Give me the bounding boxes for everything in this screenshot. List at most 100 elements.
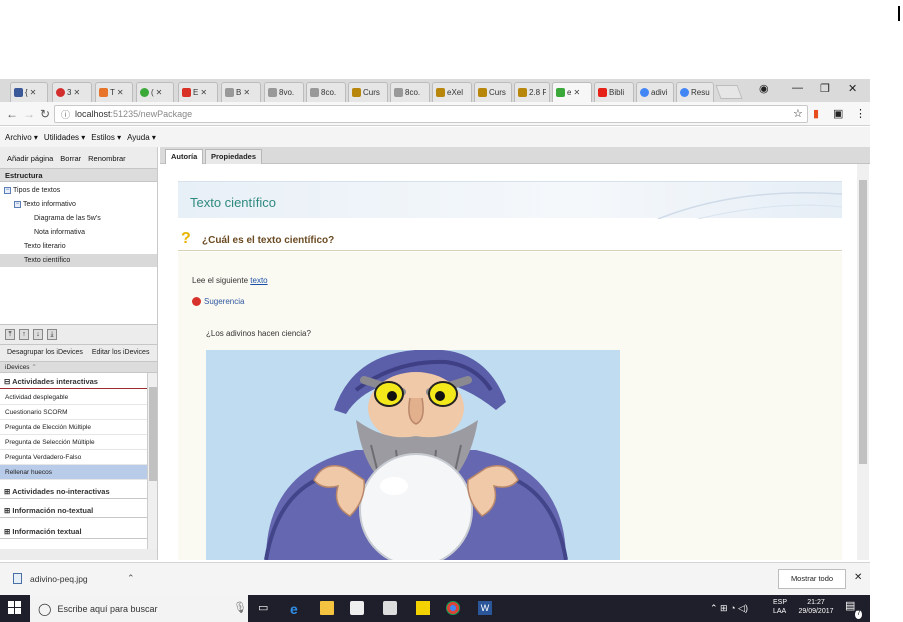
browser-tab[interactable]: 8co.	[306, 82, 346, 102]
task-view-icon[interactable]: ▭	[258, 601, 272, 615]
tree-node[interactable]: − Texto informativo	[14, 198, 154, 211]
forward-icon[interactable]: →	[23, 107, 35, 121]
close-icon[interactable]: ✕	[156, 88, 163, 97]
add-page-button[interactable]: Añadir página	[7, 154, 53, 168]
scrollbar-thumb[interactable]	[149, 387, 157, 481]
tab-autoria[interactable]: Autoría	[165, 149, 204, 164]
idevice-item[interactable]: Actividad desplegable	[0, 390, 147, 405]
idevice-item[interactable]: Pregunta de Selección Múltiple	[0, 435, 147, 450]
mail-icon[interactable]	[383, 601, 397, 615]
more-menu-icon[interactable]: ⋮	[855, 107, 866, 120]
browser-tab[interactable]: 3 ✕	[52, 82, 92, 102]
tree-node[interactable]: − Tipos de textos	[4, 184, 154, 197]
idevice-item[interactable]: Pregunta Verdadero-Falso	[0, 450, 147, 465]
site-icon	[310, 88, 319, 97]
close-icon[interactable]: ✕	[573, 88, 580, 97]
browser-tab[interactable]: (✕	[136, 82, 174, 102]
sticky-notes-icon[interactable]	[416, 601, 430, 615]
close-icon[interactable]: ✕	[117, 88, 124, 97]
category-interactive[interactable]: ⊟ Actividades interactivas	[0, 374, 147, 389]
tree-node[interactable]: Diagrama de las 5w's	[34, 212, 154, 225]
category-textual[interactable]: ⊞ Información textual	[0, 524, 147, 539]
scrollbar-thumb[interactable]	[859, 180, 867, 464]
close-icon[interactable]: ✕	[243, 88, 250, 97]
category-non-textual[interactable]: ⊞ Información no-textual	[0, 503, 147, 518]
browser-tab[interactable]: Curs	[474, 82, 512, 102]
browser-tab[interactable]: 2.8 F	[514, 82, 550, 102]
file-explorer-icon[interactable]	[320, 601, 334, 615]
new-tab-button[interactable]	[715, 85, 743, 99]
menu-estilos[interactable]: Estilos ▾	[91, 133, 121, 142]
browser-tab[interactable]: Bibli	[594, 82, 634, 102]
input-language[interactable]: ESP LAA	[773, 598, 787, 616]
browser-tab[interactable]: T ✕	[95, 82, 133, 102]
store-icon[interactable]	[350, 601, 364, 615]
browser-tab[interactable]: Curs	[348, 82, 388, 102]
idevice-item[interactable]: Pregunta de Elección Múltiple	[0, 420, 147, 435]
word-icon[interactable]: W	[478, 601, 492, 615]
collapse-icon[interactable]: −	[14, 200, 21, 208]
show-all-button[interactable]: Mostrar todo	[778, 569, 846, 589]
browser-tab[interactable]: Resu	[676, 82, 714, 102]
tree-node[interactable]: Nota informativa	[34, 226, 154, 239]
move-down-icon[interactable]: ↓	[33, 329, 43, 340]
download-item[interactable]: adivino-peq.jpg	[13, 573, 88, 584]
browser-tab[interactable]: 8co.	[390, 82, 430, 102]
browser-tab[interactable]: B ✕	[221, 82, 261, 102]
rename-page-button[interactable]: Renombrar	[88, 154, 126, 168]
extension-icon[interactable]: ▣	[833, 107, 843, 120]
info-icon[interactable]: ⓘ	[61, 108, 70, 121]
move-bottom-icon[interactable]: ⤓	[47, 329, 57, 340]
tree-node[interactable]: Texto literario	[24, 240, 154, 253]
minimize-icon[interactable]: —	[792, 82, 803, 94]
menu-ayuda[interactable]: Ayuda ▾	[127, 133, 156, 142]
chrome-icon[interactable]	[446, 601, 460, 615]
hint-row[interactable]: Sugerencia	[192, 297, 244, 307]
move-up-icon[interactable]: ↑	[19, 329, 29, 340]
browser-tab[interactable]: adivi	[636, 82, 674, 102]
sort-icon[interactable]: ⌃	[31, 364, 36, 371]
menu-archivo[interactable]: Archivo ▾	[5, 133, 38, 142]
close-window-icon[interactable]: ✕	[848, 82, 857, 95]
browser-tab-active[interactable]: e ✕	[552, 82, 592, 102]
chevron-up-icon[interactable]: ⌃	[127, 573, 135, 584]
close-icon[interactable]: ✕	[73, 88, 80, 97]
content-scrollbar[interactable]	[857, 164, 869, 560]
idevice-item[interactable]: Cuestionario SCORM	[0, 405, 147, 420]
move-top-icon[interactable]: ⤒	[5, 329, 15, 340]
browser-tab[interactable]: {✕	[10, 82, 48, 102]
browser-tab[interactable]: eXel	[432, 82, 472, 102]
edge-icon[interactable]: e	[290, 601, 304, 617]
tree-node-selected[interactable]: Texto científico	[0, 254, 157, 267]
office-extension-icon[interactable]: ▮	[813, 107, 819, 120]
back-icon[interactable]: ←	[6, 107, 18, 121]
reload-icon[interactable]: ↻	[40, 107, 50, 121]
microphone-icon[interactable]: 🎙	[233, 601, 247, 615]
browser-tab[interactable]: E ✕	[178, 82, 218, 102]
bookmark-star-icon[interactable]: ☆	[793, 107, 803, 120]
notification-icon[interactable]: ▤	[845, 601, 855, 612]
category-non-interactive[interactable]: ⊞ Actividades no-interactivas	[0, 484, 147, 499]
tab-propiedades[interactable]: Propiedades	[205, 149, 263, 164]
restore-icon[interactable]: ❐	[820, 82, 830, 95]
close-icon[interactable]: ✕	[30, 88, 37, 97]
idevice-item-selected[interactable]: Rellenar huecos	[0, 465, 147, 480]
windows-start-icon[interactable]	[8, 601, 22, 615]
close-icon[interactable]: ✕	[200, 88, 207, 97]
tab-title: 8co.	[321, 88, 337, 97]
ungroup-idevices-button[interactable]: Desagrupar los iDevices	[7, 349, 83, 361]
clock[interactable]: 21:27 29/09/2017	[795, 598, 837, 616]
browser-tab[interactable]: 8vo.	[264, 82, 304, 102]
delete-page-button[interactable]: Borrar	[60, 154, 81, 168]
taskbar-search[interactable]: ◯ Escribe aquí para buscar	[30, 595, 248, 622]
idevice-scrollbar[interactable]	[147, 373, 157, 549]
edit-idevices-button[interactable]: Editar los iDevices	[92, 349, 150, 361]
menu-utilidades[interactable]: Utilidades ▾	[44, 133, 85, 142]
url-input[interactable]: ⓘ localhost:51235/newPackage	[54, 105, 808, 123]
close-icon[interactable]: ✕	[854, 572, 862, 583]
text-link[interactable]: texto	[250, 276, 267, 285]
collapse-icon[interactable]: −	[4, 186, 11, 194]
hint-link[interactable]: Sugerencia	[204, 297, 244, 306]
tray-icons[interactable]: ⌃ ⊞ ◔ ◁)	[710, 604, 748, 613]
profile-icon[interactable]: ◉	[759, 82, 769, 95]
